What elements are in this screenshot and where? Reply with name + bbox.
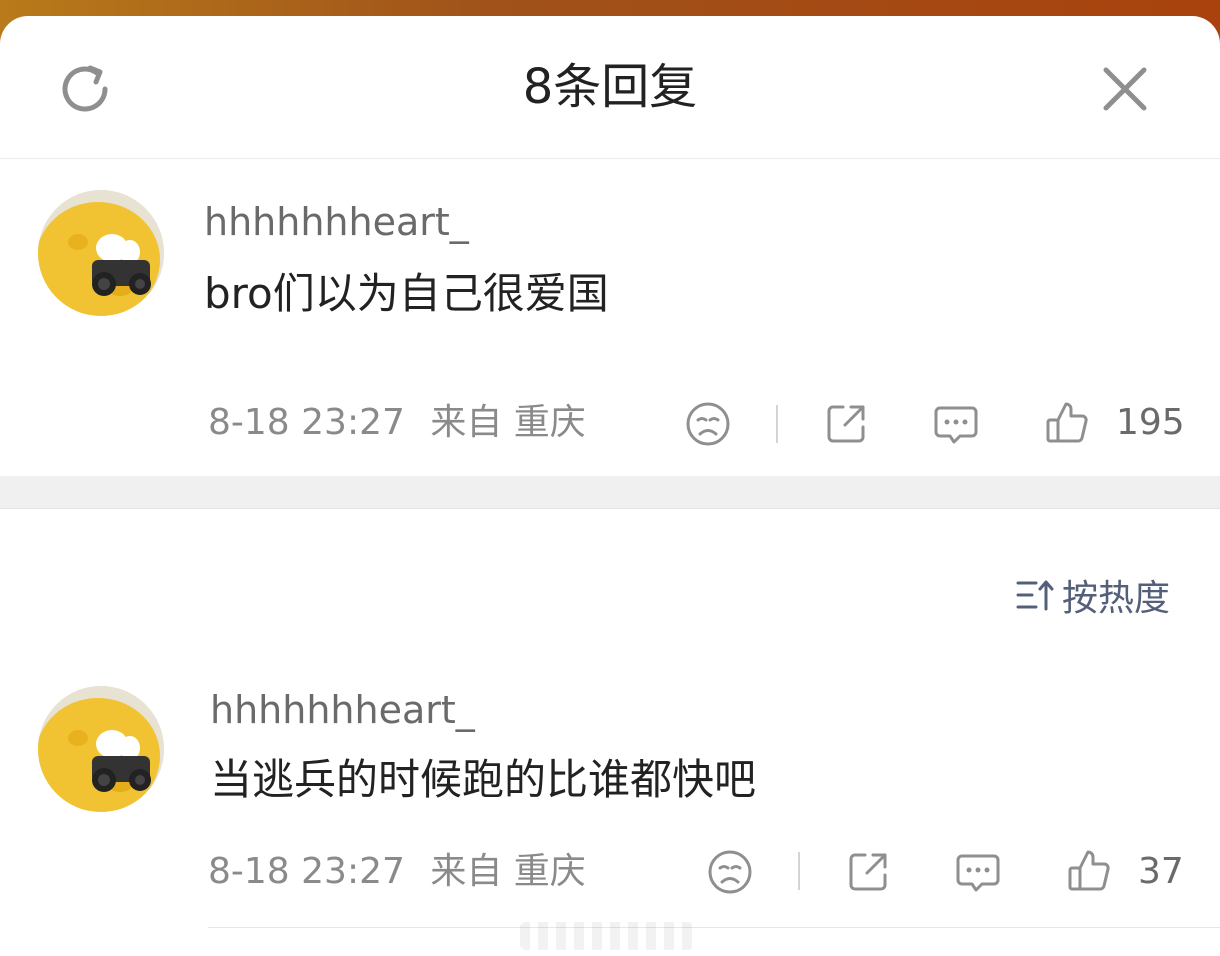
comment-meta: 8-18 23:27 来自 重庆	[208, 848, 586, 896]
comment-time: 8-18 23:27	[208, 851, 405, 892]
like-icon	[1068, 850, 1110, 891]
dislike-icon	[708, 850, 752, 894]
username[interactable]: hhhhhhheart_	[210, 686, 475, 734]
comment-location: 来自 重庆	[430, 851, 586, 892]
comment-icon	[956, 854, 1000, 892]
comment-divider	[208, 927, 1220, 928]
like-button[interactable]	[1064, 844, 1116, 896]
share-button[interactable]	[842, 846, 894, 898]
avatar-image	[38, 686, 164, 812]
watermark	[520, 922, 694, 950]
avatar[interactable]	[38, 686, 164, 812]
page: 8条回复 hhhhhhheart_ bro们以为自己很爱国 8-18 23:27…	[0, 0, 1220, 956]
comment-button[interactable]	[952, 846, 1004, 898]
comment-text: 当逃兵的时候跑的比谁都快吧	[210, 755, 757, 804]
comment-item: hhhhhhheart_ 当逃兵的时候跑的比谁都快吧 8-18 23:27 来自…	[0, 16, 1220, 956]
action-separator	[798, 852, 800, 890]
share-icon	[849, 853, 887, 891]
dislike-button[interactable]	[704, 846, 756, 898]
like-count: 37	[1138, 851, 1184, 892]
reply-sheet: 8条回复 hhhhhhheart_ bro们以为自己很爱国 8-18 23:27…	[0, 16, 1220, 956]
